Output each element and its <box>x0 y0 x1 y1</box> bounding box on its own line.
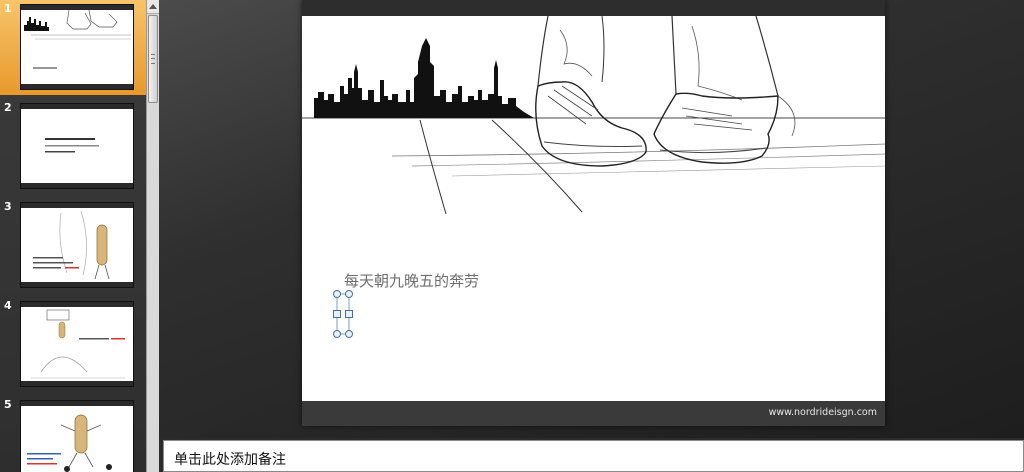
thumbnail-scrollbar[interactable] <box>146 0 159 472</box>
text-box-selection-handles[interactable] <box>329 290 357 338</box>
slide-top-bar <box>302 0 885 16</box>
footer-url: www.nordrideisgn.com <box>768 407 877 418</box>
scroll-up-arrow-icon[interactable] <box>147 0 159 14</box>
thumbnail-preview <box>20 202 134 288</box>
thumbnail-preview-art <box>33 210 110 280</box>
notes-placeholder: 单击此处添加备注 <box>174 452 286 468</box>
grip-icon <box>151 54 155 64</box>
thumbnail-preview-art <box>27 414 112 472</box>
thumbnail-preview-art <box>45 138 99 153</box>
notes-pane: 单击此处添加备注 <box>159 438 1024 472</box>
thumbnail-preview <box>20 103 134 189</box>
slide-thumbnail-3[interactable]: 3 <box>0 198 146 293</box>
slide-thumbnail-4[interactable]: 4 <box>0 297 146 392</box>
slide-number: 3 <box>4 200 12 213</box>
slide-number: 5 <box>4 398 12 411</box>
slide-number: 4 <box>4 299 12 312</box>
current-slide[interactable]: 每天朝九晚五的奔劳 www.nordrideisgn.com <box>302 0 885 426</box>
thumbnail-preview-art <box>24 9 131 69</box>
slide-number: 2 <box>4 101 12 114</box>
thumbnail-preview <box>20 400 134 472</box>
scrollbar-thumb[interactable] <box>148 15 158 103</box>
slide-thumbnail-2[interactable]: 2 <box>0 99 146 194</box>
thumbnail-preview-art <box>31 309 125 379</box>
notes-input[interactable]: 单击此处添加备注 <box>163 440 1024 472</box>
slide-thumbnail-pane: 1 2 3 4 5 <box>0 0 146 472</box>
slide-editing-area: 每天朝九晚五的奔劳 www.nordrideisgn.com <box>159 0 1024 438</box>
thumbnail-preview <box>20 301 134 387</box>
slide-thumbnail-5[interactable]: 5 <box>0 396 146 472</box>
slide-body-text[interactable]: 每天朝九晚五的奔劳 <box>344 270 479 291</box>
slide-number: 1 <box>4 2 12 15</box>
powerpoint-window: 1 2 3 4 5 每天朝九晚五的奔劳 www.nordrideisgn.com… <box>0 0 1024 472</box>
thumbnail-preview <box>20 4 134 90</box>
city-and-sneakers-illustration <box>302 16 885 215</box>
slide-thumbnail-1[interactable]: 1 <box>0 0 146 95</box>
